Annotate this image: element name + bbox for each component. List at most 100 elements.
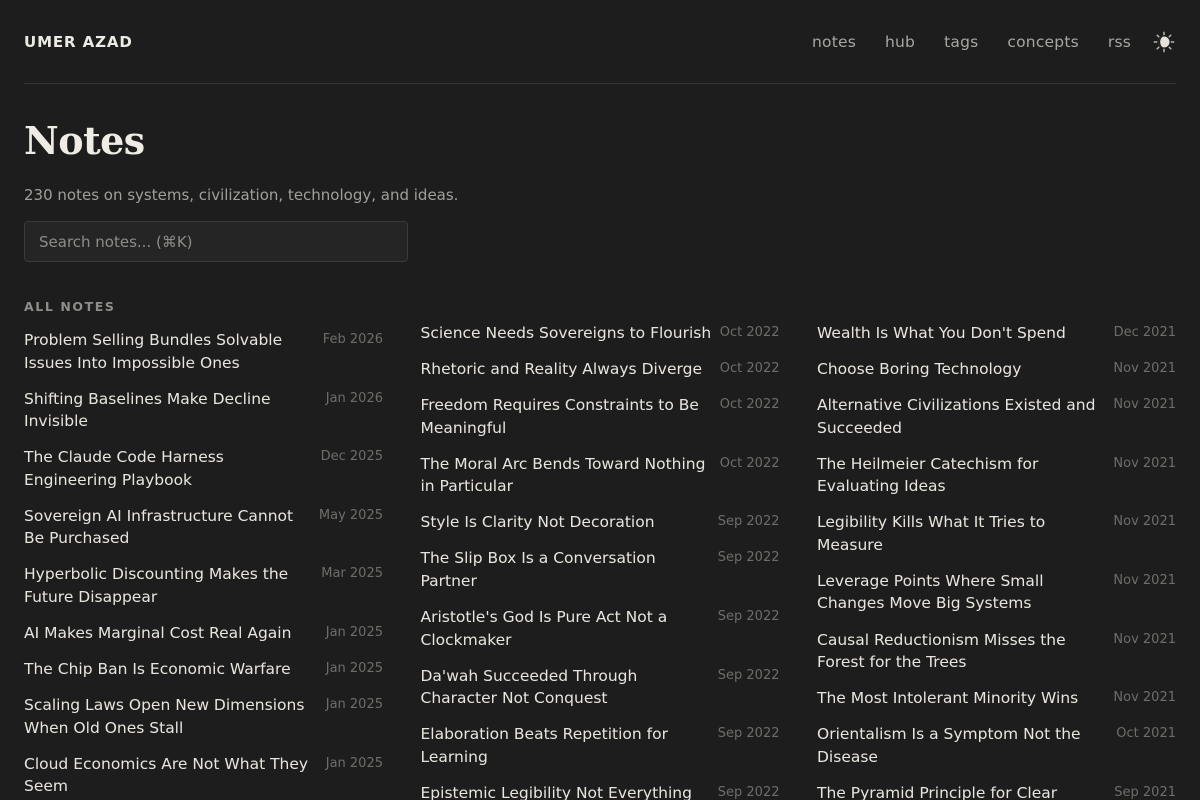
note-item[interactable]: Wealth Is What You Don't Spend Dec 2021	[817, 322, 1176, 345]
note-item[interactable]: Scaling Laws Open New Dimensions When Ol…	[24, 694, 383, 739]
note-title: Alternative Civilizations Existed and Su…	[817, 396, 1096, 437]
note-item[interactable]: The Moral Arc Bends Toward Nothing in Pa…	[421, 453, 780, 498]
note-item[interactable]: Orientalism Is a Symptom Not the Disease…	[817, 723, 1176, 768]
note-item[interactable]: The Slip Box Is a Conversation Partner Se…	[421, 547, 780, 592]
note-item[interactable]: Causal Reductionism Misses the Forest fo…	[817, 629, 1176, 674]
note-title: The Moral Arc Bends Toward Nothing in Pa…	[420, 454, 706, 496]
note-title: Aristotle's God Is Pure Act Not a Clockm…	[420, 608, 668, 649]
note-title: Epistemic Legibility Not Everything Can …	[420, 783, 692, 800]
note-title: Orientalism Is a Symptom Not the Disease	[817, 725, 1081, 766]
note-item[interactable]: The Chip Ban Is Economic Warfare Jan 2025	[24, 658, 383, 681]
note-item[interactable]: The Heilmeier Catechism for Evaluating I…	[817, 453, 1176, 498]
site-header: UMER AZAD notes hub tags concepts rss	[24, 0, 1176, 84]
note-item[interactable]: Alternative Civilizations Existed and Su…	[817, 394, 1176, 439]
note-item[interactable]: Shifting Baselines Make Decline Invisibl…	[24, 388, 383, 433]
note-date: Jan 2025	[325, 661, 383, 677]
note-item[interactable]: Elaboration Beats Repetition for Learnin…	[421, 723, 780, 768]
note-date: Nov 2021	[1113, 397, 1176, 413]
note-date: Jan 2025	[325, 697, 383, 713]
note-date: May 2025	[318, 507, 383, 523]
note-item[interactable]: Hyperbolic Discounting Makes the Future …	[24, 563, 383, 608]
note-date: Sep 2022	[717, 514, 780, 530]
note-date: Oct 2021	[1116, 726, 1176, 742]
note-date: Nov 2021	[1113, 572, 1176, 588]
note-date: Nov 2021	[1113, 455, 1176, 471]
note-title: Scaling Laws Open New Dimensions When Ol…	[24, 696, 305, 737]
nav-link-hub[interactable]: hub	[885, 33, 915, 51]
note-date: Nov 2021	[1113, 690, 1176, 706]
page: UMER AZAD notes hub tags concepts rss No…	[0, 0, 1200, 800]
note-date: Nov 2021	[1113, 361, 1176, 377]
note-title: Rhetoric and Reality Always Diverge	[420, 360, 703, 379]
note-date: Sep 2021	[1114, 784, 1176, 800]
note-date: Dec 2021	[1113, 325, 1176, 340]
note-date: Feb 2026	[322, 332, 383, 347]
note-date: Sep 2022	[717, 726, 780, 742]
page-subtitle: 230 notes on systems, civilization, tech…	[24, 186, 459, 204]
note-title: The Chip Ban Is Economic Warfare	[24, 660, 291, 679]
nav-link-concepts[interactable]: concepts	[1007, 33, 1078, 51]
note-title: Elaboration Beats Repetition for Learnin…	[420, 725, 668, 766]
note-item[interactable]: Leverage Points Where Small Changes Move…	[817, 570, 1176, 615]
note-title: The Slip Box Is a Conversation Partner	[420, 549, 656, 590]
note-item[interactable]: Epistemic Legibility Not Everything Can …	[421, 782, 780, 800]
note-item[interactable]: Legibility Kills What It Tries to Measur…	[817, 511, 1176, 556]
note-item[interactable]: Cloud Economics Are Not What They Seem Ja…	[24, 753, 383, 798]
note-date: Sep 2022	[717, 609, 780, 625]
note-date: Sep 2022	[717, 667, 780, 683]
note-title: Problem Selling Bundles Solvable Issues …	[24, 331, 283, 372]
note-date: Jan 2025	[325, 755, 383, 771]
note-title: Style Is Clarity Not Decoration	[420, 513, 655, 532]
note-title: Leverage Points Where Small Changes Move…	[817, 571, 1044, 613]
note-title: Science Needs Sovereigns to Flourish	[420, 324, 712, 342]
note-title: Wealth Is What You Don't Spend	[817, 324, 1066, 342]
note-title: Da'wah Succeeded Through Character Not C…	[420, 666, 638, 708]
note-title: Freedom Requires Constraints to Be Meani…	[420, 396, 699, 437]
note-item[interactable]: Sovereign AI Infrastructure Cannot Be Pu…	[24, 505, 383, 550]
note-date: Oct 2022	[719, 361, 780, 377]
nav-link-rss[interactable]: rss	[1108, 33, 1131, 51]
theme-toggle-button[interactable]	[1152, 30, 1176, 54]
note-item[interactable]: Da'wah Succeeded Through Character Not C…	[421, 665, 780, 710]
page-title: Notes	[24, 118, 145, 163]
note-title: Sovereign AI Infrastructure Cannot Be Pu…	[24, 506, 294, 548]
note-date: Sep 2022	[717, 550, 780, 566]
notes-column-2: Science Needs Sovereigns to Flourish Oct …	[421, 322, 780, 800]
notes-column-3: Wealth Is What You Don't Spend Dec 2021 C…	[817, 322, 1176, 800]
nav-link-tags[interactable]: tags	[944, 33, 978, 51]
note-title: AI Makes Marginal Cost Real Again	[24, 623, 292, 642]
note-title: Shifting Baselines Make Decline Invisibl…	[24, 389, 271, 431]
note-title: Choose Boring Technology	[817, 360, 1022, 379]
note-item[interactable]: The Most Intolerant Minority Wins Nov 202…	[817, 687, 1176, 710]
notes-column-1: Problem Selling Bundles Solvable Issues …	[24, 329, 383, 800]
note-title: Cloud Economics Are Not What They Seem	[24, 754, 309, 796]
note-date: Nov 2021	[1113, 514, 1176, 530]
note-date: Jan 2025	[325, 624, 383, 640]
note-item[interactable]: Freedom Requires Constraints to Be Meani…	[421, 394, 780, 439]
note-title: The Heilmeier Catechism for Evaluating I…	[817, 454, 1039, 496]
note-title: The Pyramid Principle for Clear Communic…	[817, 783, 1058, 800]
note-item[interactable]: AI Makes Marginal Cost Real Again Jan 202…	[24, 622, 383, 645]
note-item[interactable]: The Pyramid Principle for Clear Communic…	[817, 782, 1176, 800]
note-item[interactable]: The Claude Code Harness Engineering Play…	[24, 446, 383, 491]
nav-link-notes[interactable]: notes	[812, 33, 856, 51]
note-item[interactable]: Style Is Clarity Not Decoration Sep 2022	[421, 511, 780, 534]
notes-grid: Problem Selling Bundles Solvable Issues …	[24, 322, 1176, 800]
note-title: Hyperbolic Discounting Makes the Future …	[24, 565, 289, 606]
note-item[interactable]: Science Needs Sovereigns to Flourish Oct …	[421, 322, 780, 345]
note-title: The Most Intolerant Minority Wins	[817, 689, 1079, 708]
note-date: Oct 2022	[719, 325, 780, 340]
note-date: Oct 2022	[719, 397, 780, 413]
note-date: Jan 2026	[325, 390, 383, 406]
search-input[interactable]	[24, 221, 408, 262]
note-item[interactable]: Rhetoric and Reality Always Diverge Oct 2…	[421, 358, 780, 381]
sun-moon-icon	[1153, 31, 1175, 52]
note-item[interactable]: Choose Boring Technology Nov 2021	[817, 358, 1176, 381]
note-title: The Claude Code Harness Engineering Play…	[24, 448, 224, 489]
section-label-all-notes: ALL NOTES	[24, 299, 116, 314]
site-brand-link[interactable]: UMER AZAD	[24, 33, 133, 51]
note-item[interactable]: Aristotle's God Is Pure Act Not a Clockm…	[421, 606, 780, 651]
note-item[interactable]: Problem Selling Bundles Solvable Issues …	[24, 329, 383, 374]
note-date: Dec 2025	[320, 449, 383, 465]
note-date: Mar 2025	[321, 566, 383, 582]
